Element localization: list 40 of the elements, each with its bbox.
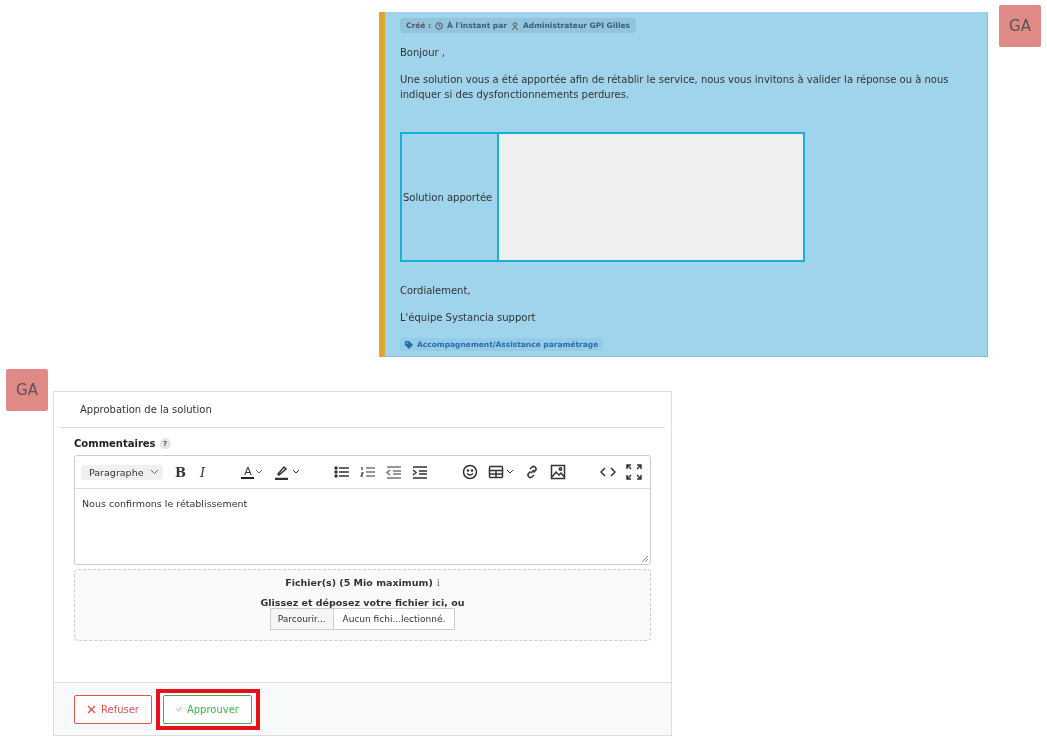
editor-text[interactable]: Nous confirmons le rétablissement	[75, 488, 650, 564]
image-icon[interactable]	[550, 464, 567, 480]
tag-icon	[405, 340, 413, 349]
no-file-text: Aucun fichi...lectionné.	[333, 609, 455, 629]
table-icon[interactable]	[488, 464, 515, 480]
info-icon[interactable]: i	[436, 577, 440, 588]
drop-hint: Glissez et déposez votre fichier ici, ou	[260, 597, 465, 608]
resize-grip-icon[interactable]	[642, 556, 648, 562]
clock-icon	[435, 21, 443, 30]
comments-label: Commentaires	[74, 438, 156, 449]
italic-button[interactable]: I	[198, 464, 208, 480]
outdent-icon[interactable]	[386, 464, 403, 480]
refuse-button[interactable]: Refuser	[74, 694, 152, 724]
caret-icon[interactable]	[150, 469, 159, 475]
numbered-list-icon[interactable]	[360, 464, 377, 480]
close-icon	[87, 704, 96, 714]
check-icon	[176, 705, 182, 713]
file-input[interactable]: Parcourir... Aucun fichi...lectionné.	[269, 608, 456, 630]
message-paragraph: Bonjour ,	[400, 46, 447, 60]
message-paragraph: Une solution vous a été apportée afin de rétablir le service, nous vous invitons à valider la réponse ou à nous indiquer si des dysfonctionnements perdures.	[400, 73, 950, 102]
user-avatar: GA	[999, 5, 1041, 47]
table-cell: Solution apportée	[403, 191, 493, 203]
user-icon	[510, 21, 519, 30]
font-color-button[interactable]: A	[241, 465, 265, 479]
bold-button[interactable]: B	[173, 464, 188, 480]
bullet-list-icon[interactable]	[334, 464, 351, 480]
message-paragraph: Cordialement,	[400, 284, 472, 298]
card-title: Approbation de la solution	[60, 392, 665, 428]
indent-icon[interactable]	[412, 464, 429, 480]
paragraph-select[interactable]: Paragraphe	[81, 464, 163, 480]
emoji-icon[interactable]	[462, 464, 479, 480]
caret-icon[interactable]	[254, 468, 265, 476]
user-avatar: GA	[6, 369, 48, 411]
files-title: Fichier(s) (5 Mio maximum)	[285, 577, 433, 588]
browse-button[interactable]: Parcourir...	[270, 609, 334, 629]
file-drop-zone[interactable]: Fichier(s) (5 Mio maximum) i Glissez et déposez votre fichier ici, ou Parcourir... Aucun fichi...lectionné.	[74, 569, 651, 641]
highlighter-icon[interactable]	[274, 464, 301, 480]
rich-text-editor[interactable]: Paragraphe B I A Nous confirmons le rétablissement	[74, 455, 651, 565]
fullscreen-icon[interactable]	[626, 464, 643, 480]
message-paragraph: L'équipe Systancia support	[400, 311, 537, 325]
